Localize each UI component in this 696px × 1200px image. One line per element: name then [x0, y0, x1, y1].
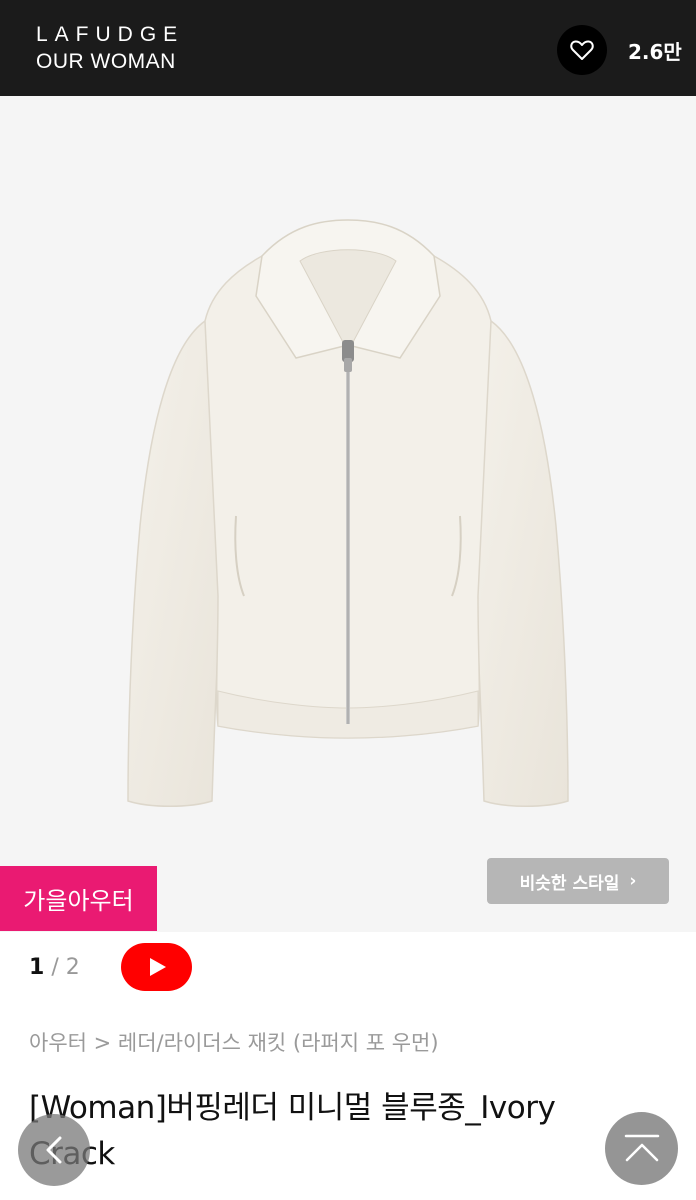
- pager-total: 2: [65, 955, 80, 980]
- pager-separator: /: [51, 955, 59, 980]
- youtube-play-icon: [150, 958, 166, 976]
- similar-style-label: 비슷한 스타일: [519, 873, 620, 894]
- brand-name: LAFUDGE: [36, 23, 185, 46]
- chevron-up-icon: [624, 1134, 660, 1162]
- similar-style-button[interactable]: 비슷한 스타일 ›: [487, 858, 669, 904]
- prev-button[interactable]: [18, 1114, 90, 1186]
- chevron-right-icon: ›: [629, 871, 637, 891]
- pager-current: 1: [29, 955, 45, 980]
- product-image[interactable]: [0, 96, 696, 932]
- brand-subline: OUR WOMAN: [36, 50, 176, 73]
- top-header: LAFUDGE OUR WOMAN 2.6만: [0, 0, 696, 96]
- like-count: 2.6만: [628, 40, 682, 64]
- image-pager: 1 / 2: [29, 955, 80, 980]
- category-tag-badge[interactable]: 가을아우터: [0, 866, 157, 931]
- product-title: [Woman]버핑레더 미니멀 블루종_Ivory Crack: [29, 1090, 556, 1172]
- heart-outline-icon: [570, 40, 594, 60]
- like-button[interactable]: [557, 25, 607, 75]
- brand-logo[interactable]: LAFUDGE OUR WOMAN: [36, 22, 184, 76]
- category-breadcrumb[interactable]: 아우터 > 레더/라이더스 재킷 (라퍼지 포 우먼): [29, 1027, 439, 1057]
- video-play-button[interactable]: [121, 943, 192, 991]
- jacket-illustration: [127, 219, 569, 807]
- scroll-to-top-button[interactable]: [605, 1112, 678, 1185]
- chevron-left-icon: [46, 1136, 62, 1164]
